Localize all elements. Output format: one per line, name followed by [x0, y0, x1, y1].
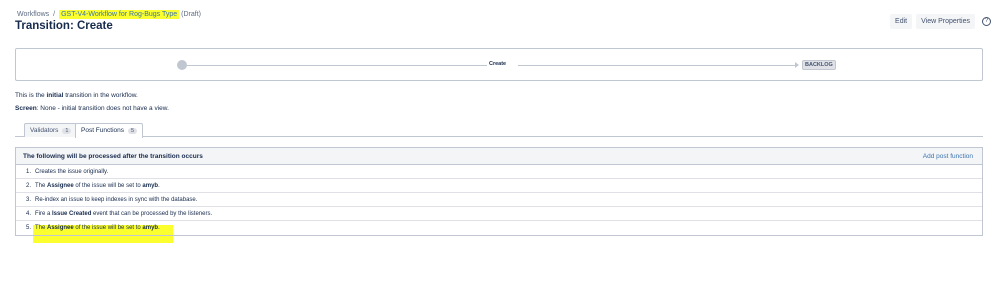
post-function-row: 3. Re-index an issue to keep indexes in s…: [16, 193, 982, 207]
breadcrumb-workflows-link[interactable]: Workflows: [17, 11, 49, 18]
post-functions-panel: The following will be processed after th…: [15, 147, 983, 236]
row-text: of the issue will be set to: [73, 183, 143, 189]
panel-header: The following will be processed after th…: [16, 148, 982, 165]
header-actions: Edit View Properties ?: [890, 14, 991, 29]
row-number: 5.: [26, 225, 32, 231]
row-text: Fire a: [35, 211, 53, 217]
info-text: transition in the workflow.: [63, 92, 138, 99]
initial-transition-info: This is the initial transition in the wo…: [15, 92, 138, 99]
transition-label: Create: [489, 61, 507, 67]
row-number: 1.: [26, 169, 32, 175]
panel-title: The following will be processed after th…: [23, 153, 203, 160]
connector-line: [518, 65, 796, 66]
post-function-row: 4. Fire a Issue Created event that can be…: [16, 207, 982, 221]
row-text: The: [35, 183, 48, 189]
arrow-head-icon: [795, 62, 799, 68]
row-number: 2.: [26, 183, 32, 189]
edit-button[interactable]: Edit: [890, 14, 913, 29]
row-text: .: [158, 183, 160, 189]
tab-bar: Validators 1 Post Functions 5: [15, 122, 983, 138]
row-bold: Issue Created: [52, 211, 92, 217]
view-properties-button[interactable]: View Properties: [916, 14, 975, 29]
row-text: The: [35, 225, 48, 231]
target-status-lozenge[interactable]: BACKLOG: [802, 60, 836, 70]
transition-diagram: Create BACKLOG: [15, 48, 983, 81]
breadcrumb-workflow-link[interactable]: GST-V4-Workflow for Rog-Bugs Type: [59, 10, 180, 19]
tab-count-badge: 5: [128, 128, 138, 134]
breadcrumb-separator: /: [53, 11, 56, 18]
row-bold: Assignee: [47, 225, 74, 231]
start-node: [177, 60, 187, 70]
page-title: Transition: Create: [15, 20, 113, 32]
row-bold: amyb: [142, 183, 159, 189]
post-function-row: 5. The Assignee of the issue will be set …: [16, 221, 982, 235]
tab-label: Validators: [30, 127, 59, 134]
post-function-row: 1. Creates the issue originally.: [16, 165, 982, 179]
row-bold: amyb: [142, 225, 159, 231]
screen-label: Screen: [15, 105, 37, 112]
help-icon[interactable]: ?: [982, 17, 991, 26]
row-highlighted-text: The Assignee of the issue will be set to…: [35, 225, 160, 231]
row-number: 3.: [26, 197, 32, 203]
draft-label: (Draft): [181, 11, 202, 18]
connector-line: [187, 65, 487, 66]
row-text: Re-index an issue to keep indexes in syn…: [35, 197, 198, 203]
tab-post-functions[interactable]: Post Functions 5: [75, 123, 144, 138]
tab-label: Post Functions: [81, 127, 124, 134]
row-text: .: [158, 225, 160, 231]
row-text: of the issue will be set to: [73, 225, 143, 231]
screen-info: Screen: None - initial transition does n…: [15, 105, 169, 112]
info-text: This is the: [15, 92, 47, 99]
post-function-row: 2. The Assignee of the issue will be set …: [16, 179, 982, 193]
row-text: event that can be processed by the liste…: [91, 211, 213, 217]
row-number: 4.: [26, 211, 32, 217]
add-post-function-link[interactable]: Add post function: [923, 153, 973, 160]
screen-value: : None - initial transition does not hav…: [36, 105, 169, 112]
breadcrumb: Workflows / GST-V4-Workflow for Rog-Bugs T…: [17, 10, 202, 19]
row-text: Creates the issue originally.: [35, 169, 109, 175]
tab-validators[interactable]: Validators 1: [24, 123, 78, 137]
tab-count-badge: 1: [62, 128, 72, 134]
row-bold: Assignee: [47, 183, 74, 189]
info-bold: initial: [46, 92, 64, 99]
